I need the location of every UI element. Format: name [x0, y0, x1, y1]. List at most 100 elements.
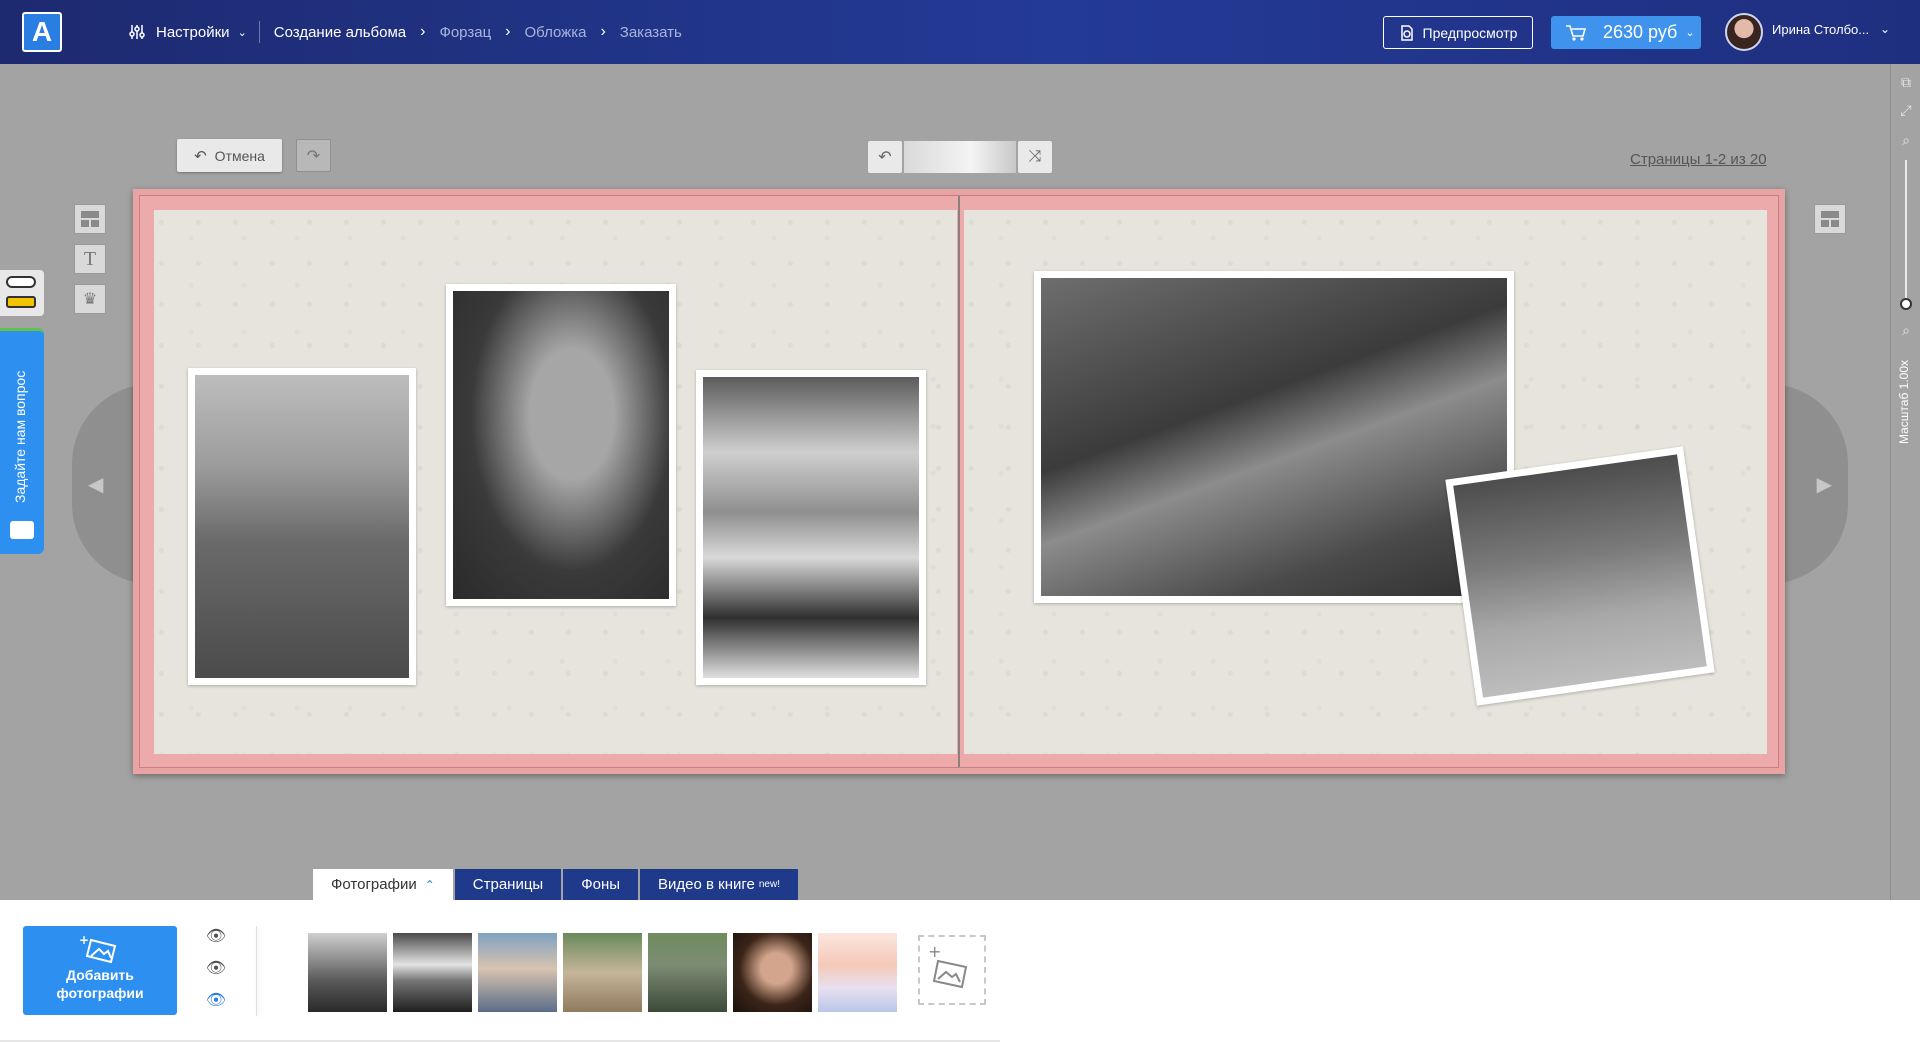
- photo-man-in-hat: [703, 377, 919, 678]
- zoom-slider-handle[interactable]: [1900, 298, 1912, 310]
- layout-tool-right[interactable]: [1814, 204, 1846, 234]
- divider: [258, 21, 260, 43]
- eye-icon[interactable]: 👁: [204, 958, 228, 982]
- photo-frame[interactable]: [1445, 446, 1715, 706]
- breadcrumb-album[interactable]: Создание альбома: [274, 24, 406, 41]
- breadcrumb-cover[interactable]: Обложка: [525, 24, 587, 41]
- chat-icon: [10, 521, 34, 539]
- pages-indicator[interactable]: Страницы 1-2 из 20: [1630, 151, 1767, 168]
- top-bar: A Настройки ⌄ Создание альбома › Форзац …: [0, 0, 1920, 64]
- tab-photos[interactable]: Фотографии ⌃: [313, 869, 453, 900]
- add-photos-label: Добавить: [66, 967, 134, 983]
- tab-backgrounds[interactable]: Фоны: [563, 869, 639, 900]
- zoom-slider-track[interactable]: [1905, 160, 1907, 310]
- breadcrumb-label: Заказать: [619, 23, 682, 41]
- fullscreen-icon[interactable]: ⤢: [1898, 102, 1914, 118]
- album-spread: [133, 189, 1785, 774]
- breadcrumb-label: Форзац: [439, 23, 492, 41]
- breadcrumb-label: Создание альбома: [273, 23, 407, 41]
- app-logo[interactable]: A: [22, 12, 62, 52]
- undo-icon: ↶: [878, 149, 892, 166]
- visibility-filters: 👁 👁 👁: [204, 926, 228, 1016]
- crown-icon: ♛: [82, 291, 98, 308]
- breadcrumb-endpaper[interactable]: Форзац: [439, 24, 491, 41]
- chevron-right-icon: ›: [420, 23, 426, 40]
- feedback-toggle[interactable]: [0, 270, 44, 316]
- chevron-down-icon: ⌄: [1685, 27, 1695, 39]
- album-spine: [958, 196, 960, 767]
- chevron-down-icon[interactable]: ⌄: [1880, 22, 1890, 36]
- svg-text:+: +: [928, 942, 941, 961]
- svg-text:+: +: [79, 934, 89, 947]
- layout-tool[interactable]: [74, 204, 106, 234]
- photo-thumbnail[interactable]: [818, 933, 897, 1012]
- tab-label: Фоны: [581, 876, 621, 893]
- chevron-down-icon: ⌄: [237, 26, 247, 39]
- photo-thumbnail[interactable]: [393, 933, 472, 1012]
- redo-button[interactable]: ↷: [296, 139, 331, 172]
- tab-video[interactable]: Видео в книге new!: [640, 869, 798, 900]
- undo-label: Отмена: [214, 147, 265, 164]
- decor-tool[interactable]: ♛: [74, 284, 106, 314]
- background-thumbnail[interactable]: [904, 141, 1016, 173]
- zoom-label: Масштаб 1.00x: [1897, 359, 1911, 444]
- undo-button[interactable]: ↶ Отмена: [177, 139, 282, 172]
- tab-label: Видео в книге: [658, 876, 755, 893]
- photo-thumbnail[interactable]: [563, 933, 642, 1012]
- chevron-right-icon: ▶: [1816, 474, 1832, 496]
- eye-icon[interactable]: 👁: [204, 990, 228, 1014]
- add-photo-icon: +: [928, 942, 968, 989]
- chevron-left-icon: ◀: [88, 474, 104, 496]
- album-inner: [139, 195, 1779, 768]
- add-photo-icon: +: [77, 933, 123, 964]
- breadcrumb-settings[interactable]: Настройки ⌄: [128, 23, 247, 41]
- external-icon[interactable]: ⧉: [1898, 74, 1914, 90]
- feedback-tab[interactable]: Задайте нам вопрос: [0, 328, 44, 554]
- tab-label: Фотографии: [331, 876, 417, 893]
- toggle-icon: [6, 276, 36, 288]
- zoom-in-icon[interactable]: ⌕: [1898, 132, 1914, 148]
- text-tool[interactable]: T: [74, 244, 106, 274]
- user-name[interactable]: Ирина Столбо...: [1772, 22, 1869, 37]
- photo-old-man-portrait: [195, 375, 409, 678]
- chevron-up-icon: ⌃: [424, 877, 435, 892]
- avatar[interactable]: [1725, 13, 1763, 51]
- photo-panel: + Добавить фотографии 👁 👁 👁 +: [0, 900, 1920, 1042]
- chevron-right-icon: ›: [600, 23, 606, 40]
- shuffle-icon: ⤨: [1028, 148, 1042, 165]
- cart-icon: [1566, 24, 1587, 41]
- preview-label: Предпросмотр: [1422, 24, 1518, 41]
- photo-frame[interactable]: [1034, 271, 1514, 603]
- photo-frame[interactable]: [188, 368, 416, 685]
- add-photo-placeholder[interactable]: +: [918, 935, 986, 1005]
- photo-elderly-couple: [1041, 278, 1507, 596]
- photo-frame[interactable]: [696, 370, 926, 685]
- shuffle-button[interactable]: ⤨: [1018, 141, 1052, 173]
- cart-button[interactable]: 2630 руб ⌄: [1551, 16, 1701, 49]
- preview-icon: [1400, 24, 1413, 41]
- photo-thumbnail[interactable]: [648, 933, 727, 1012]
- tab-pages[interactable]: Страницы: [454, 869, 562, 900]
- chevron-right-icon: ›: [505, 23, 511, 40]
- breadcrumb-label: Обложка: [524, 23, 587, 41]
- background-undo-button[interactable]: ↶: [868, 141, 902, 173]
- tab-label: Страницы: [472, 876, 544, 893]
- layout-icon: [1821, 211, 1839, 227]
- redo-icon: ↷: [306, 147, 321, 165]
- breadcrumb: Настройки ⌄ Создание альбома › Форзац › …: [128, 0, 682, 64]
- photo-thumbnail[interactable]: [308, 933, 387, 1012]
- preview-button[interactable]: Предпросмотр: [1383, 16, 1533, 49]
- zoom-out-icon[interactable]: ⌕: [1898, 322, 1914, 338]
- bottom-tabs: Фотографии ⌃ Страницы Фоны Видео в книге…: [313, 869, 800, 900]
- eye-icon[interactable]: 👁: [204, 926, 228, 950]
- photo-frame[interactable]: [446, 284, 676, 606]
- photo-thumbnail[interactable]: [478, 933, 557, 1012]
- layout-icon: [81, 211, 99, 227]
- text-icon: T: [83, 247, 97, 270]
- new-badge: new!: [758, 879, 780, 890]
- add-photos-button[interactable]: + Добавить фотографии: [23, 926, 177, 1015]
- photo-thumbnail[interactable]: [733, 933, 812, 1012]
- breadcrumb-order[interactable]: Заказать: [620, 24, 682, 41]
- photo-thumbnails: [308, 933, 903, 1012]
- add-photos-label: фотографии: [56, 985, 144, 1001]
